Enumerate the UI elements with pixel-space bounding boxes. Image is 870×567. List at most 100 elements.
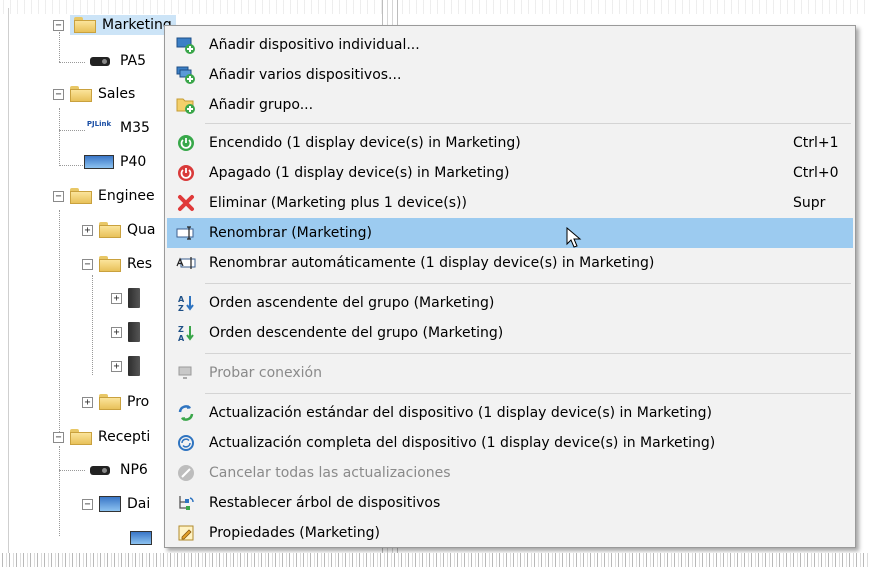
add-multiple-devices-icon — [175, 65, 197, 85]
menu-separator — [205, 283, 851, 284]
tree-connector — [92, 275, 93, 375]
svg-text:Z: Z — [178, 304, 184, 312]
menu-item-sort-ascending[interactable]: AZ Orden ascendente del grupo (Marketing… — [167, 288, 853, 318]
display-icon — [130, 531, 152, 545]
display-wall-icon — [99, 496, 121, 512]
menu-item-rename[interactable]: Renombrar (Marketing) — [167, 218, 853, 248]
tree-item-label: Sales — [98, 86, 136, 102]
collapse-icon[interactable]: − — [82, 258, 93, 270]
computer-tower-icon — [128, 356, 140, 376]
folder-icon — [99, 394, 121, 410]
menu-item-label: Propiedades (Marketing) — [209, 525, 381, 541]
tree-item-label: NP6 — [120, 462, 148, 478]
tree-item-label: M35 — [120, 120, 150, 136]
tree-item-label: Res — [127, 256, 153, 272]
tree-item-engineering[interactable]: − Enginee — [53, 184, 155, 208]
expand-icon[interactable]: + — [82, 224, 93, 236]
expand-icon[interactable]: + — [111, 292, 122, 304]
menu-item-test-connection[interactable]: Probar conexión — [167, 358, 853, 388]
menu-item-power-off[interactable]: Apagado (1 display device(s) in Marketin… — [167, 158, 853, 188]
display-icon — [84, 155, 114, 169]
properties-icon — [175, 523, 197, 543]
rename-icon — [175, 223, 197, 243]
menu-item-shortcut: Ctrl+0 — [793, 165, 839, 181]
menu-separator — [205, 353, 851, 354]
tree-item-label: P40 — [120, 154, 147, 170]
tree-item-marketing[interactable]: − Marketing — [53, 13, 176, 37]
menu-item-sort-descending[interactable]: ZA Orden descendente del grupo (Marketin… — [167, 318, 853, 348]
svg-text:A: A — [178, 295, 185, 304]
tree-item-selection: Marketing — [70, 15, 176, 35]
computer-tower-icon — [128, 322, 140, 342]
tree-connector — [59, 130, 85, 131]
tree-item-group[interactable]: − Res — [82, 252, 152, 276]
menu-item-auto-rename[interactable]: Renombrar automáticamente (1 display dev… — [167, 248, 853, 278]
tree-item-device[interactable]: + — [111, 286, 146, 310]
pjlink-icon: PJLink — [86, 120, 112, 128]
tree-connector — [59, 62, 85, 63]
menu-item-standard-update[interactable]: Actualización estándar del dispositivo (… — [167, 398, 853, 428]
menu-item-delete[interactable]: Eliminar (Marketing plus 1 device(s)) Su… — [167, 188, 853, 218]
reset-tree-icon — [175, 493, 197, 513]
computer-tower-icon — [128, 288, 140, 308]
sort-ascending-icon: AZ — [175, 293, 197, 313]
projector-icon — [84, 463, 114, 477]
menu-item-add-device[interactable]: Añadir dispositivo individual... — [167, 30, 853, 60]
power-on-icon — [175, 133, 197, 153]
collapse-icon[interactable]: − — [82, 498, 93, 510]
tree-item-reception[interactable]: − Recepti — [53, 425, 150, 449]
cancel-updates-icon — [175, 463, 197, 483]
tree-item-sales[interactable]: − Sales — [53, 82, 135, 106]
tree-item-device[interactable]: P40 — [84, 150, 146, 174]
tree-item-device[interactable]: − Dai — [82, 492, 150, 516]
torn-edge-bottom — [0, 553, 870, 567]
collapse-icon[interactable]: − — [53, 88, 64, 100]
menu-separator — [205, 393, 851, 394]
menu-item-add-multiple-devices[interactable]: Añadir varios dispositivos... — [167, 60, 853, 90]
menu-item-shortcut: Ctrl+1 — [793, 135, 839, 151]
folder-open-icon — [70, 188, 92, 204]
menu-item-label: Encendido (1 display device(s) in Market… — [209, 135, 521, 151]
menu-item-label: Cancelar todas las actualizaciones — [209, 465, 451, 481]
menu-item-power-on[interactable]: Encendido (1 display device(s) in Market… — [167, 128, 853, 158]
menu-item-add-group[interactable]: Añadir grupo... — [167, 90, 853, 120]
tree-item-label: Dai — [127, 496, 151, 512]
folder-open-icon — [70, 86, 92, 102]
collapse-icon[interactable]: − — [53, 431, 64, 443]
add-device-icon — [175, 35, 197, 55]
tree-item-label: Enginee — [98, 188, 155, 204]
tree-item-device[interactable]: PA5 — [84, 49, 146, 73]
tree-connector — [59, 446, 60, 536]
menu-item-full-update[interactable]: Actualización completa del dispositivo (… — [167, 428, 853, 458]
tree-item-device[interactable]: + — [111, 354, 146, 378]
folder-icon — [99, 222, 121, 238]
menu-item-label: Añadir varios dispositivos... — [209, 67, 402, 83]
menu-item-reset-tree[interactable]: Restablecer árbol de dispositivos — [167, 488, 853, 518]
menu-item-label: Renombrar automáticamente (1 display dev… — [209, 255, 655, 271]
collapse-icon[interactable]: − — [53, 19, 64, 31]
folder-open-icon — [74, 17, 96, 33]
menu-item-label: Actualización estándar del dispositivo (… — [209, 405, 712, 421]
menu-item-label: Eliminar (Marketing plus 1 device(s)) — [209, 195, 467, 211]
expand-icon[interactable]: + — [111, 326, 122, 338]
menu-item-label: Actualización completa del dispositivo (… — [209, 435, 716, 451]
expand-icon[interactable]: + — [82, 396, 93, 408]
tree-item-group[interactable]: + Pro — [82, 390, 149, 414]
tree-item-group[interactable]: + Qua — [82, 218, 155, 242]
tree-item-device[interactable]: PJLink M35 — [84, 116, 150, 140]
menu-item-cancel-updates[interactable]: Cancelar todas las actualizaciones — [167, 458, 853, 488]
tree-item-device[interactable] — [130, 526, 158, 550]
menu-item-label: Orden ascendente del grupo (Marketing) — [209, 295, 495, 311]
tree-connector — [59, 108, 60, 166]
context-menu: Añadir dispositivo individual... Añadir … — [164, 25, 856, 548]
collapse-icon[interactable]: − — [53, 190, 64, 202]
tree-item-device[interactable]: + — [111, 320, 146, 344]
tree-item-label: Pro — [127, 394, 150, 410]
tree-item-label: Marketing — [102, 17, 172, 33]
expand-icon[interactable]: + — [111, 360, 122, 372]
tree-item-device[interactable]: NP6 — [84, 458, 148, 482]
sort-descending-icon: ZA — [175, 323, 197, 343]
menu-item-shortcut: Supr — [793, 195, 826, 211]
menu-item-label: Añadir dispositivo individual... — [209, 37, 420, 53]
menu-item-properties[interactable]: Propiedades (Marketing) — [167, 518, 853, 548]
